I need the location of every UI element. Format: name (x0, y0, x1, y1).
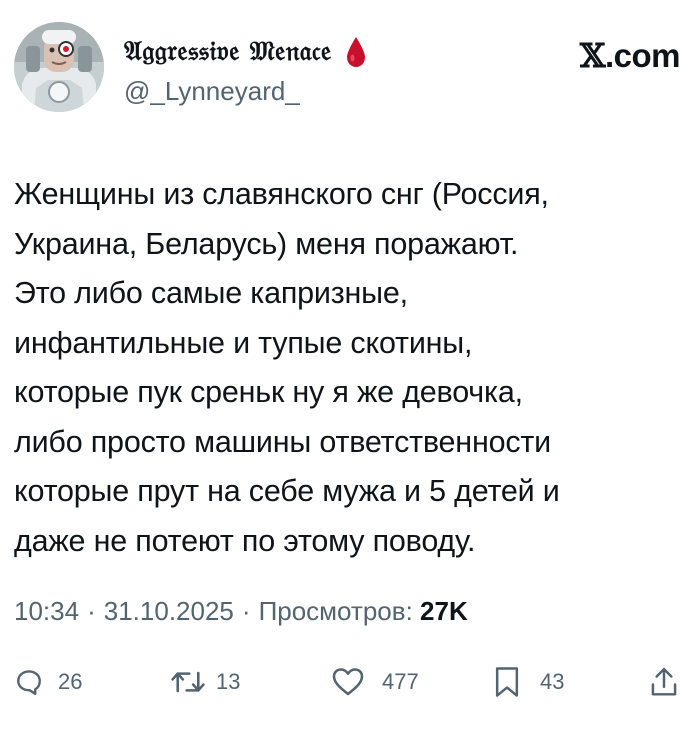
tweet-line: инфантильные и тупые скотины, (14, 325, 473, 360)
display-name-row: 𝔄𝔤𝔤𝔯𝔢𝔰𝔰𝔦𝔳𝔢 𝔐𝔢𝔫𝔞𝔠𝔢 (124, 32, 366, 72)
views-count: 27K (420, 596, 468, 626)
meta-separator: · (87, 596, 96, 626)
author-handle[interactable]: @_Lynneyard_ (124, 76, 366, 107)
tweet-time[interactable]: 10:34 (14, 596, 79, 626)
share-icon (651, 667, 677, 696)
cyborg-avatar-icon (14, 22, 104, 112)
bookmark-button[interactable]: 43 (494, 660, 564, 704)
reply-icon (17, 670, 41, 696)
tweet-line: Женщины из славянского снг (Россия, (14, 177, 549, 211)
action-bar: 26 13 477 43 (14, 660, 686, 704)
meta-separator: · (241, 596, 251, 626)
tweet-line: которые пук среньк ну я же девочка, (14, 375, 523, 409)
avatar[interactable] (14, 22, 104, 112)
views-label: Просмотров: (258, 596, 413, 626)
site-label: 𝕏.com (579, 36, 681, 75)
repost-button[interactable]: 13 (170, 660, 240, 704)
reply-count: 26 (58, 669, 83, 694)
x-logo-icon: 𝕏 (579, 36, 606, 75)
share-button[interactable] (650, 660, 678, 704)
tweet-line: Украина, Беларусь) меня поражают. (14, 226, 519, 261)
reply-button[interactable]: 26 (14, 660, 82, 704)
tweet-card: 𝔄𝔤𝔤𝔯𝔢𝔰𝔰𝔦𝔳𝔢 𝔐𝔢𝔫𝔞𝔠𝔢 @_Lynneyard_ 𝕏.com Жен… (0, 0, 700, 738)
bookmark-icon (495, 667, 519, 697)
repost-icon (171, 671, 205, 693)
display-name[interactable]: 𝔄𝔤𝔤𝔯𝔢𝔰𝔰𝔦𝔳𝔢 𝔐𝔢𝔫𝔞𝔠𝔢 (124, 36, 332, 68)
tweet-header: 𝔄𝔤𝔤𝔯𝔢𝔰𝔰𝔦𝔳𝔢 𝔐𝔢𝔫𝔞𝔠𝔢 @_Lynneyard_ 𝕏.com (14, 22, 686, 112)
author-names: 𝔄𝔤𝔤𝔯𝔢𝔰𝔰𝔦𝔳𝔢 𝔐𝔢𝔫𝔞𝔠𝔢 @_Lynneyard_ (124, 32, 366, 107)
tweet-line: либо просто машины ответственности (14, 424, 552, 459)
like-button[interactable]: 477 (332, 660, 419, 704)
tweet-meta: 10:34 · 31.10.2025 · Просмотров: 27K (14, 596, 468, 627)
tweet-date[interactable]: 31.10.2025 (104, 596, 234, 626)
site-domain: .com (604, 37, 681, 74)
repost-count: 13 (216, 669, 241, 694)
tweet-text: Женщины из славянского снг (Россия, Укра… (14, 170, 686, 566)
heart-icon (332, 668, 364, 696)
tweet-line: которые прут на себе мужа и 5 детей и (14, 474, 560, 508)
tweet-line: Это либо самые капризные, (14, 276, 408, 310)
tweet-line: даже не потеют по этому поводу. (14, 523, 476, 558)
blood-drop-icon (346, 36, 366, 68)
bookmark-count: 43 (540, 669, 565, 694)
like-count: 477 (382, 669, 419, 694)
